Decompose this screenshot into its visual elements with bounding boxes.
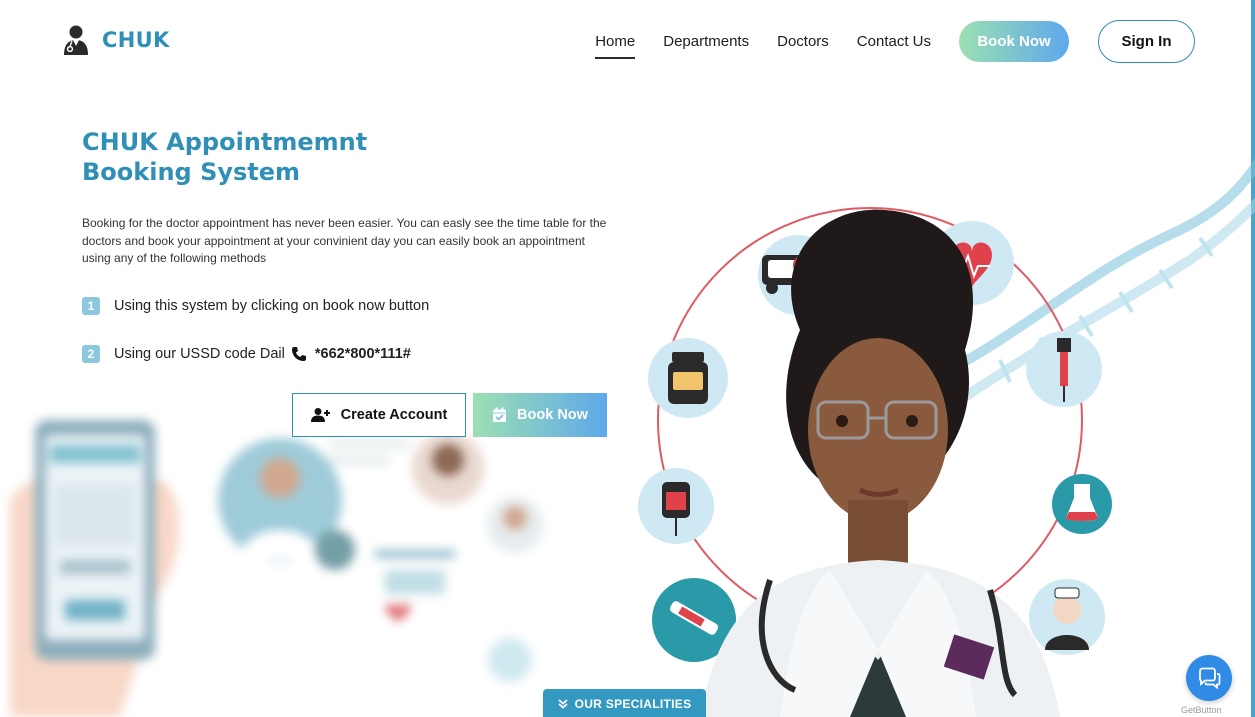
ussd-code: *662*800*111# xyxy=(314,346,411,362)
our-specialities-button[interactable]: OUR SPECIALITIES xyxy=(543,689,706,717)
site-header: CHUK Home Departments Doctors Contact Us… xyxy=(0,0,1255,86)
method-number: 1 xyxy=(82,297,100,315)
calendar-check-icon xyxy=(493,407,507,422)
method-item: 2 Using our USSD code Dail *662*800*111# xyxy=(82,345,411,363)
brand-logo[interactable]: CHUK xyxy=(62,24,170,56)
getbutton-link[interactable]: GetButton xyxy=(1181,705,1222,715)
method-item: 1 Using this system by clicking on book … xyxy=(82,297,429,315)
nav-departments[interactable]: Departments xyxy=(663,33,749,50)
nav-home[interactable]: Home xyxy=(595,33,636,59)
brand-name: CHUK xyxy=(102,28,170,52)
chat-icon xyxy=(1199,667,1221,689)
create-account-label: Create Account xyxy=(340,407,448,423)
specialities-label: OUR SPECIALITIES xyxy=(574,697,692,711)
method-text: Using this system by clicking on book no… xyxy=(114,298,430,314)
method-number: 2 xyxy=(82,345,100,363)
background-illustration xyxy=(0,390,620,717)
doctor-illustration xyxy=(638,158,1255,717)
hero-title: CHUK Appointmemnt Booking System xyxy=(82,128,368,186)
nav-doctors[interactable]: Doctors xyxy=(777,33,829,50)
doctor-icon xyxy=(64,25,88,55)
phone-icon xyxy=(291,347,306,361)
book-now-label: Book Now xyxy=(517,407,588,423)
hero-book-now-button[interactable]: Book Now xyxy=(473,393,607,437)
method-text: Using our USSD code Dail xyxy=(114,346,285,362)
main-nav: Home Departments Doctors Contact Us Book… xyxy=(595,20,1195,63)
double-chevron-down-icon xyxy=(557,699,568,709)
nav-book-now-button[interactable]: Book Now xyxy=(959,21,1069,62)
create-account-button[interactable]: Create Account xyxy=(292,393,466,437)
chat-widget-button[interactable] xyxy=(1186,655,1232,701)
sign-in-button[interactable]: Sign In xyxy=(1098,20,1195,63)
add-user-icon xyxy=(310,408,330,422)
nav-contact-us[interactable]: Contact Us xyxy=(857,33,931,50)
hero-description: Booking for the doctor appointment has n… xyxy=(82,216,607,265)
